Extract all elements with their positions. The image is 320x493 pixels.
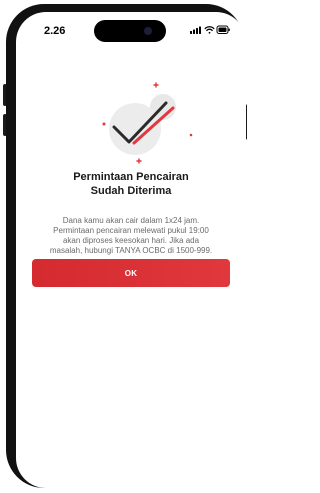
success-illustration [85,70,195,170]
wifi-icon [204,26,215,34]
description-line: Permintaan pencairan melewati pukul 19:0… [53,226,209,235]
description-line: masalah, hubungi TANYA OCBC di 1500-999. [49,246,213,255]
dialog-title: Permintaan Pencairan Sudah Diterima [16,170,246,198]
dynamic-island [94,20,166,42]
status-time: 2.26 [44,25,66,37]
title-line: Permintaan Pencairan [73,171,189,183]
dialog-description: Dana kamu akan cair dalam 1x24 jam. Perm… [28,216,234,256]
status-icons [190,25,230,35]
signal-icon [190,26,201,34]
ok-button-label: OK [124,268,138,278]
battery-icon [216,25,230,34]
description-line: akan diproses keesokan hari. Jika ada [62,236,200,245]
phone-frame: 2.26 Permintaan Pencairan Sudah Diterima… [6,4,246,488]
description-line: Dana kamu akan cair dalam 1x24 jam. [62,216,200,225]
success-check-icon [102,82,193,164]
status-bar: 2.26 [16,12,246,46]
front-camera-icon [144,27,152,35]
title-line: Sudah Diterima [90,185,172,197]
ok-button[interactable]: OK [32,259,230,287]
phone-screen: 2.26 Permintaan Pencairan Sudah Diterima… [16,12,246,488]
